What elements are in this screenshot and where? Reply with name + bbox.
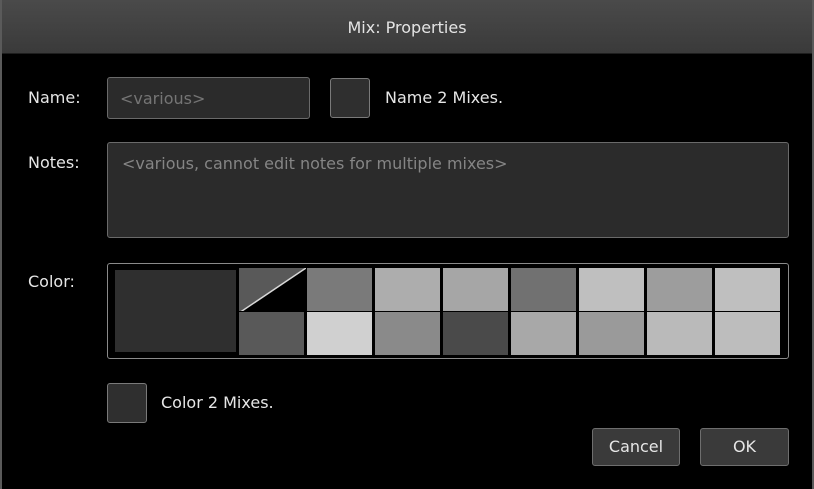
color-mixes-label: Color 2 Mixes. [161,393,274,412]
name-label: Name: [28,88,81,107]
no-color-swatch[interactable] [238,267,306,313]
name-mixes-label: Name 2 Mixes. [385,88,504,107]
color-swatch[interactable] [374,311,441,356]
color-swatch[interactable] [714,311,781,356]
color-swatch[interactable] [578,267,645,312]
color-swatch[interactable] [510,311,577,356]
mix-properties-dialog: Mix: Properties Name: Name 2 Mixes. Note… [0,0,814,489]
color-palette [107,263,789,359]
color-mixes-checkbox[interactable] [107,383,147,423]
dialog-title: Mix: Properties [347,18,467,37]
color-swatch[interactable] [578,311,645,356]
ok-button[interactable]: OK [700,428,789,466]
name-mixes-checkbox[interactable] [330,78,370,118]
color-swatch[interactable] [306,267,373,312]
color-swatch[interactable] [442,311,509,356]
color-swatch[interactable] [714,267,781,312]
color-swatch[interactable] [306,311,373,356]
color-swatch[interactable] [442,267,509,312]
color-swatch[interactable] [238,311,305,356]
notes-placeholder: <various, cannot edit notes for multiple… [122,154,508,173]
notes-textarea[interactable]: <various, cannot edit notes for multiple… [107,142,789,238]
color-label: Color: [28,272,75,291]
color-swatch[interactable] [374,267,441,312]
current-color-swatch [114,269,237,353]
name-input[interactable] [107,77,310,119]
color-swatch[interactable] [510,267,577,312]
no-color-slash-icon [239,268,306,313]
color-swatch[interactable] [646,311,713,356]
notes-label: Notes: [28,153,80,172]
color-swatch[interactable] [646,267,713,312]
cancel-button[interactable]: Cancel [592,428,680,466]
title-bar[interactable]: Mix: Properties [2,0,812,54]
